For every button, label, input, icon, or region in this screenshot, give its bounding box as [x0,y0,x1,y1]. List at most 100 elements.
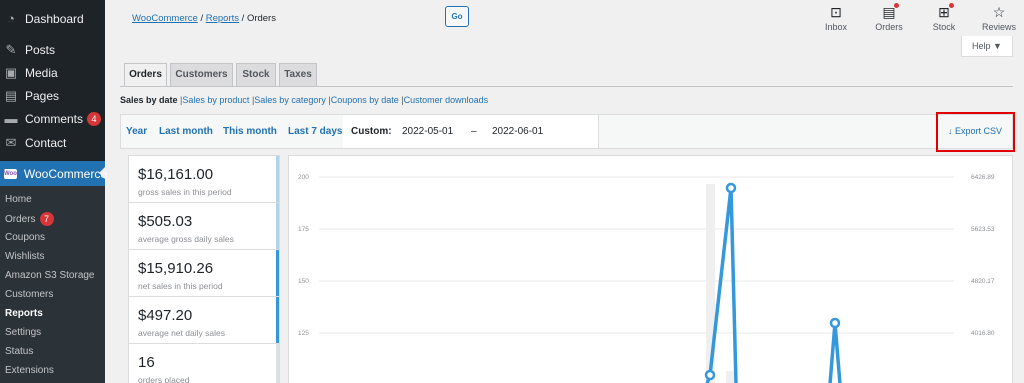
submenu-item-wishlists[interactable]: Wishlists [5,251,44,262]
data-point[interactable] [829,317,841,329]
submenu-item-status[interactable]: Status [5,346,33,357]
range-year[interactable]: Year [126,115,147,148]
data-point[interactable] [704,369,716,381]
breadcrumb-separator: / [200,13,204,24]
net-sales-line [828,321,842,383]
y-tick-left: 200 [298,174,309,181]
menu-label: Contact [25,136,67,150]
data-point[interactable] [725,182,737,194]
chart-svg: 200 175 150 125 6426.89 5623.53 4820.17 … [298,174,995,383]
submenu-item-amazon-s3[interactable]: Amazon S3 Storage [5,270,95,281]
report-sublinks: Sales by date |Sales by product |Sales b… [120,95,488,105]
breadcrumb-woocommerce-link[interactable]: WooCommerce [132,13,198,24]
menu-item-media[interactable]: ▣ Media [0,65,105,81]
orders-count-badge: 7 [39,212,54,226]
stat-orders-placed[interactable]: 16 orders placed [129,344,279,383]
menu-item-posts[interactable]: ✎ Posts [0,42,105,58]
export-highlight: ↓ Export CSV [936,112,1015,152]
y-tick-right: 4016.80 [971,330,995,337]
activity-label: Reviews [981,22,1016,32]
stat-amount: $505.03 [138,213,193,230]
stock-icon: ⊞ [936,3,954,20]
submenu-item-settings[interactable]: Settings [5,327,41,338]
stat-net-sales[interactable]: $15,910.26 net sales in this period [129,250,279,297]
start-date-input[interactable]: 2022-05-01 [402,115,453,148]
end-date-input[interactable]: 2022-06-01 [492,115,543,148]
mail-icon: ✉ [5,135,17,150]
menu-item-comments[interactable]: ▬ Comments 4 [0,112,105,126]
stat-color-bar [276,156,279,202]
menu-label: Posts [25,43,56,57]
tab-taxes[interactable]: Taxes [279,63,317,87]
y-tick-right: 6426.89 [971,174,995,181]
gross-sales-bar [726,371,735,383]
stat-amount: $497.20 [138,307,193,324]
stats-panel: $16,161.00 gross sales in this period $5… [128,155,280,383]
submenu-item-orders[interactable]: Orders 7 [5,212,54,226]
tab-orders[interactable]: Orders [124,63,167,87]
activity-label: Inbox [824,22,848,32]
stat-description: average gross daily sales [138,234,234,244]
stat-gross-sales[interactable]: $16,161.00 gross sales in this period [129,156,279,203]
y-tick-left: 150 [298,278,309,285]
range-last-month[interactable]: Last month [159,115,213,148]
stat-amount: $15,910.26 [138,260,214,277]
media-icon: ▣ [4,65,18,80]
stat-description: net sales in this period [138,281,223,291]
pin-icon: ✎ [5,42,17,57]
range-last-7-days[interactable]: Last 7 days [288,115,342,148]
sublink-sales-by-category[interactable]: Sales by category [254,95,326,105]
menu-item-pages[interactable]: ▤ Pages [0,89,105,104]
activity-label: Orders [875,22,903,32]
menu-label: Comments [25,112,84,126]
submenu-item-reports[interactable]: Reports [5,308,43,319]
star-icon: ☆ [992,4,1006,20]
custom-range: Custom: 2022-05-01 – 2022-06-01 [343,115,599,148]
stat-amount: 16 [138,354,155,371]
menu-label: Pages [25,89,60,103]
activity-reviews-button[interactable]: ☆ Reviews [976,4,1022,32]
woocommerce-submenu: Home Orders 7 Coupons Wishlists Amazon S3… [0,186,105,383]
export-csv-button[interactable]: ↓ Export CSV [948,114,1002,149]
tabs-divider [120,86,1013,87]
menu-label: WooCommerce [23,166,108,181]
woocommerce-icon: Woo [4,168,17,179]
menu-label: Media [25,66,58,80]
sublink-coupons-by-date[interactable]: Coupons by date [331,95,399,105]
submenu-item-extensions[interactable]: Extensions [5,365,54,376]
y-tick-left: 175 [298,226,309,233]
stat-description: orders placed [138,375,190,383]
menu-item-dashboard[interactable]: ◔ Dashboard [0,12,105,27]
menu-item-contact[interactable]: ✉ Contact [0,135,105,151]
download-arrow-icon: ↓ [948,126,953,136]
sublink-sales-by-product[interactable]: Sales by product [182,95,249,105]
notification-dot [949,3,954,8]
go-button[interactable]: Go [445,6,469,27]
y-tick-right: 4820.17 [971,278,995,285]
menu-item-woocommerce[interactable]: Woo WooCommerce [0,161,108,186]
range-this-month[interactable]: This month [223,115,277,148]
stat-color-bar [276,344,279,383]
activity-inbox-button[interactable]: ⊡ Inbox [813,4,859,32]
stat-average-net[interactable]: $497.20 average net daily sales [129,297,279,344]
submenu-item-home[interactable]: Home [5,194,32,205]
submenu-label: Orders [5,214,36,225]
stat-average-gross[interactable]: $505.03 average gross daily sales [129,203,279,250]
sales-chart: 200 175 150 125 6426.89 5623.53 4820.17 … [288,155,1013,383]
sublink-customer-downloads[interactable]: Customer downloads [404,95,489,105]
orders-icon: ▤ [881,3,899,20]
stat-description: average net daily sales [138,328,225,338]
submenu-item-customers[interactable]: Customers [5,289,53,300]
tab-customers[interactable]: Customers [170,63,233,87]
help-button[interactable]: Help ▼ [961,36,1013,57]
tab-stock[interactable]: Stock [236,63,276,87]
breadcrumb-reports-link[interactable]: Reports [206,13,239,24]
submenu-item-coupons[interactable]: Coupons [5,232,45,243]
menu-label: Dashboard [25,12,84,26]
activity-stock-button[interactable]: ⊞ Stock [921,3,967,32]
stat-color-bar [276,297,279,343]
activity-orders-button[interactable]: ▤ Orders [866,3,912,32]
stat-amount: $16,161.00 [138,166,214,183]
comments-count-badge: 4 [87,112,102,126]
stat-description: gross sales in this period [138,187,232,197]
